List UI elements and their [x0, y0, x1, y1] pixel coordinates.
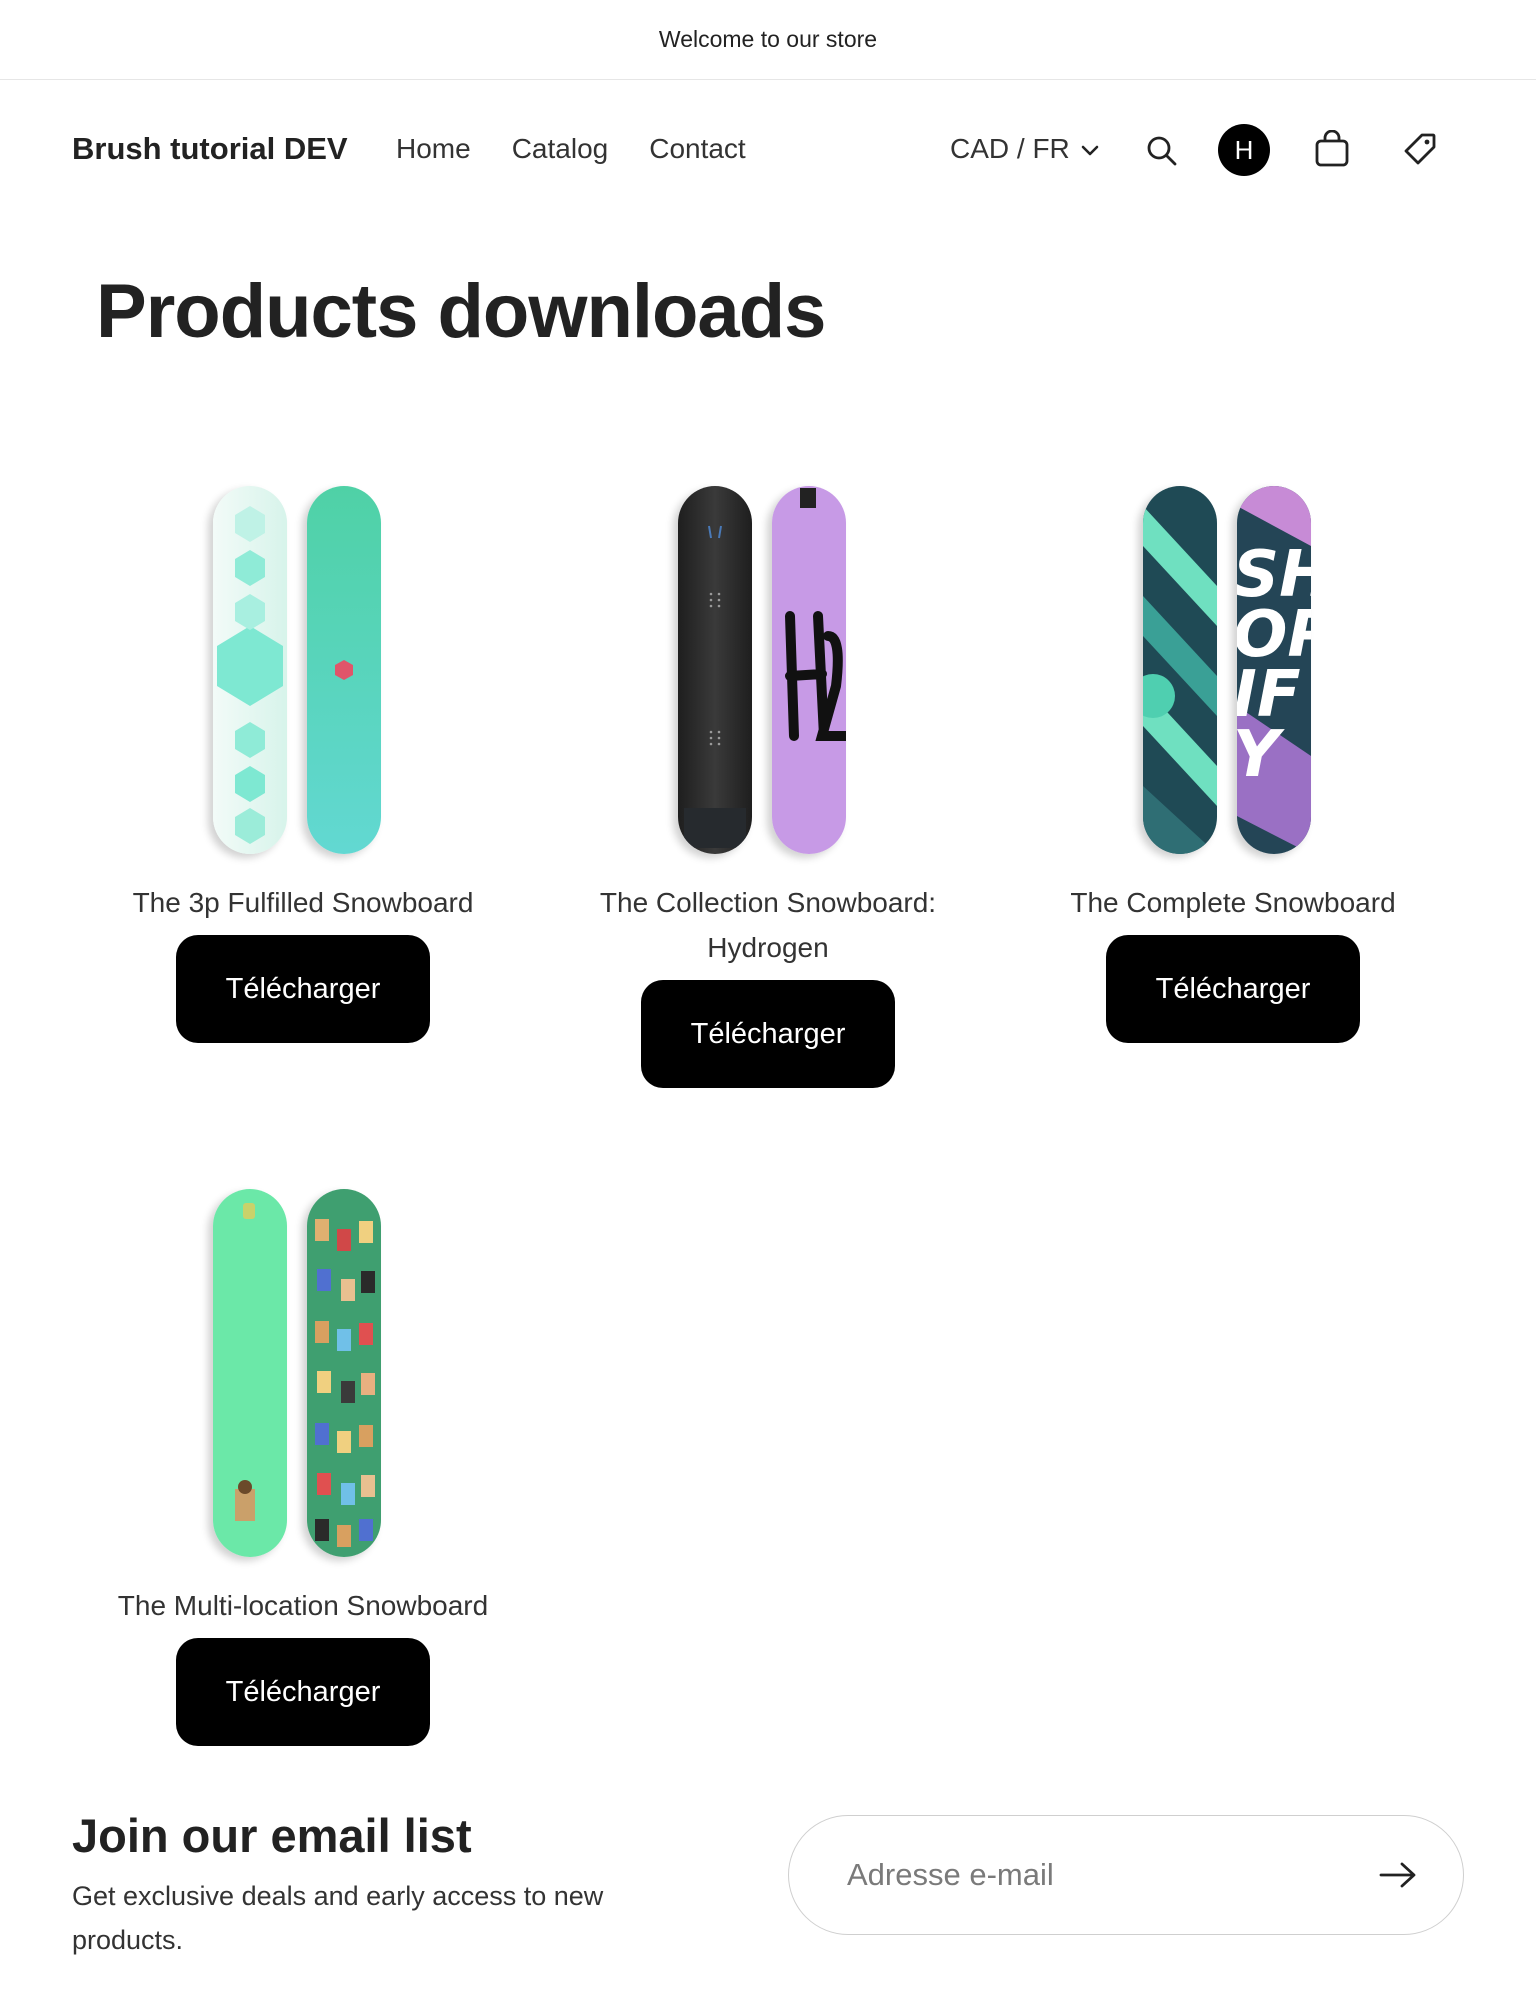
page-title: Products downloads [96, 269, 826, 354]
announcement-bar: Welcome to our store [0, 0, 1536, 80]
snowboard-top-image [213, 486, 287, 854]
locale-label: CAD / FR [950, 133, 1070, 164]
download-button[interactable]: Télécharger [176, 1638, 430, 1746]
product-title[interactable]: The 3p Fulfilled Snowboard [103, 880, 503, 925]
snowboard-base-image: SH OP IF Y [1237, 486, 1311, 854]
product-image[interactable] [213, 486, 393, 858]
email-input[interactable] [847, 1857, 1373, 1893]
product-card: The Multi-location Snowboard Télécharger [93, 1189, 513, 1746]
product-title[interactable]: The Complete Snowboard [1033, 880, 1433, 925]
newsletter-form [788, 1815, 1464, 1935]
download-button[interactable]: Télécharger [641, 980, 895, 1088]
download-button[interactable]: Télécharger [176, 935, 430, 1043]
snowboard-top-image [678, 486, 752, 854]
newsletter-title: Join our email list [72, 1809, 472, 1862]
product-card: SH OP IF Y The Complete Snowboard Téléch… [1023, 486, 1443, 1043]
snowboard-base-image [772, 486, 846, 854]
product-title[interactable]: The Multi-location Snowboard [103, 1583, 503, 1628]
locale-selector[interactable]: CAD / FR [950, 133, 1100, 165]
svg-text:Y: Y [1237, 718, 1285, 792]
product-card: The 3p Fulfilled Snowboard Télécharger [93, 486, 513, 1043]
product-title[interactable]: The Collection Snowboard: Hydrogen [568, 880, 968, 970]
product-image[interactable] [213, 1189, 393, 1561]
avatar-initial: H [1234, 134, 1254, 165]
bag-icon[interactable] [1312, 129, 1352, 169]
announcement-text: Welcome to our store [658, 26, 878, 52]
snowboard-top-image [1143, 486, 1217, 854]
main-nav: Home Catalog Contact [396, 133, 746, 165]
search-icon[interactable] [1142, 131, 1182, 171]
tag-icon[interactable] [1400, 129, 1440, 169]
site-header: Brush tutorial DEV Home Catalog Contact … [0, 81, 1536, 219]
nav-home[interactable]: Home [396, 133, 471, 165]
product-image[interactable] [678, 486, 858, 858]
arrow-right-icon[interactable] [1373, 1850, 1423, 1900]
download-button[interactable]: Télécharger [1106, 935, 1360, 1043]
product-card: The Collection Snowboard: Hydrogen Téléc… [558, 486, 978, 1088]
newsletter-description: Get exclusive deals and early access to … [72, 1881, 604, 1955]
nav-contact[interactable]: Contact [649, 133, 746, 165]
chevron-down-icon [1080, 133, 1100, 165]
avatar[interactable]: H [1218, 124, 1270, 176]
product-image[interactable]: SH OP IF Y [1143, 486, 1323, 858]
brand-logo[interactable]: Brush tutorial DEV [72, 131, 348, 167]
snowboard-base-image [307, 486, 381, 854]
snowboard-top-image [213, 1189, 287, 1557]
snowboard-base-image [307, 1189, 381, 1557]
nav-catalog[interactable]: Catalog [512, 133, 609, 165]
